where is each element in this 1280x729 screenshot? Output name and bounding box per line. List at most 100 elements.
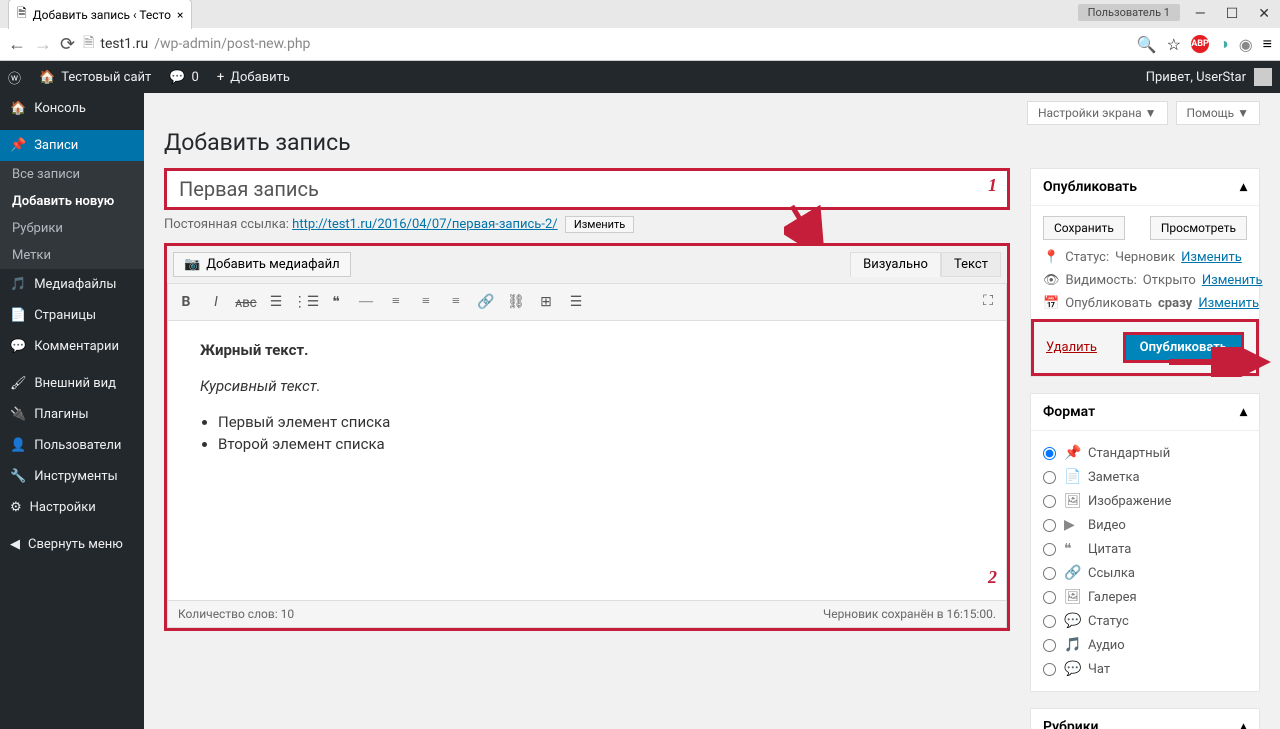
- close-tab-icon[interactable]: ×: [177, 8, 183, 22]
- forward-icon[interactable]: →: [34, 34, 52, 55]
- quote-button[interactable]: ❝: [322, 288, 350, 316]
- editor-content[interactable]: Жирный текст. Курсивный текст. Первый эл…: [167, 321, 1007, 601]
- maximize-icon[interactable]: ☐: [1226, 6, 1239, 22]
- unlink-button[interactable]: ⛓: [502, 288, 530, 316]
- extension-icon-2[interactable]: ◉: [1239, 35, 1253, 54]
- tab-visual[interactable]: Визуально: [850, 252, 941, 277]
- sidebar-item-appearance[interactable]: 🖌Внешний вид: [0, 368, 144, 399]
- format-video[interactable]: ▶Видео: [1043, 513, 1247, 537]
- page-icon: 📄: [10, 308, 26, 323]
- sidebar-sub-all-posts[interactable]: Все записи: [0, 161, 144, 188]
- edit-status-link[interactable]: Изменить: [1181, 250, 1242, 265]
- format-box-title[interactable]: Формат▴: [1031, 394, 1259, 431]
- content-li1: Первый элемент списка: [218, 413, 974, 431]
- draft-saved: Черновик сохранён в 16:15:00.: [823, 607, 996, 621]
- fullscreen-button[interactable]: ⛶: [974, 288, 1002, 316]
- sidebar-sub-add-new[interactable]: Добавить новую: [0, 188, 144, 215]
- format-gallery[interactable]: 🖼Галерея: [1043, 585, 1247, 609]
- plugin-icon: 🔌: [10, 407, 26, 422]
- sidebar-collapse[interactable]: ◀Свернуть меню: [0, 529, 144, 560]
- menu-icon[interactable]: ≡: [1263, 34, 1272, 54]
- key-icon: 📍: [1043, 250, 1059, 265]
- delete-link[interactable]: Удалить: [1046, 340, 1097, 355]
- help-button[interactable]: Помощь ▼: [1176, 101, 1260, 125]
- tab-text[interactable]: Текст: [941, 252, 1001, 277]
- toggle-icon[interactable]: ▴: [1240, 404, 1247, 420]
- categories-box-title[interactable]: Рубрики▴: [1031, 709, 1259, 729]
- abp-icon[interactable]: ABP: [1191, 35, 1209, 53]
- format-link[interactable]: 🔗Ссылка: [1043, 561, 1247, 585]
- add-media-button[interactable]: 📷Добавить медиафайл: [173, 252, 351, 277]
- eye-icon: 👁: [1043, 273, 1060, 288]
- dashboard-icon: 🏠: [10, 101, 26, 116]
- close-icon[interactable]: ✕: [1258, 6, 1270, 22]
- ul-button[interactable]: ☰: [262, 288, 290, 316]
- wrench-icon: 🔧: [10, 469, 26, 484]
- publish-box-title[interactable]: Опубликовать▴: [1031, 169, 1259, 206]
- sidebar-item-settings[interactable]: ⚙Настройки: [0, 492, 144, 523]
- video-icon: ▶: [1064, 517, 1080, 533]
- browser-tab[interactable]: 🗎 Добавить запись ‹ Тесто ×: [8, 0, 192, 29]
- edit-schedule-link[interactable]: Изменить: [1198, 296, 1259, 311]
- comment-icon: 💬: [10, 339, 26, 354]
- toggle-icon[interactable]: ▴: [1240, 179, 1247, 195]
- permalink-edit-button[interactable]: Изменить: [565, 216, 634, 233]
- url-bar[interactable]: 🗎 test1.ru/wp-admin/post-new.php: [83, 32, 1129, 56]
- ol-button[interactable]: ⋮☰: [292, 288, 320, 316]
- sidebar-sub-tags[interactable]: Метки: [0, 242, 144, 269]
- minimize-icon[interactable]: —: [1195, 6, 1206, 22]
- sidebar-item-plugins[interactable]: 🔌Плагины: [0, 399, 144, 430]
- post-title-input[interactable]: [167, 171, 1007, 207]
- add-new-link[interactable]: + Добавить: [217, 70, 290, 85]
- sidebar-item-dashboard[interactable]: 🏠Консоль: [0, 93, 144, 124]
- format-standard[interactable]: 📌Стандартный: [1043, 441, 1247, 465]
- user-badge[interactable]: Пользователь 1: [1078, 4, 1180, 21]
- comments-link[interactable]: 💬 0: [169, 70, 199, 85]
- screen-options-button[interactable]: Настройки экрана ▼: [1027, 101, 1168, 125]
- format-audio[interactable]: 🎵Аудио: [1043, 633, 1247, 657]
- toolbar-toggle-button[interactable]: ☰: [562, 288, 590, 316]
- strike-button[interactable]: ᴀʙᴄ: [232, 288, 260, 316]
- sidebar-item-tools[interactable]: 🔧Инструменты: [0, 461, 144, 492]
- format-image[interactable]: 🖼Изображение: [1043, 489, 1247, 513]
- greeting[interactable]: Привет, UserStar: [1146, 70, 1246, 85]
- edit-visibility-link[interactable]: Изменить: [1202, 273, 1263, 288]
- reload-icon[interactable]: ⟳: [60, 34, 75, 55]
- editor-toolbar: B I ᴀʙᴄ ☰ ⋮☰ ❝ — ≡ ≡ ≡ 🔗 ⛓ ⊞ ☰: [167, 283, 1007, 321]
- format-quote[interactable]: ❝Цитата: [1043, 537, 1247, 561]
- save-draft-button[interactable]: Сохранить: [1043, 216, 1125, 240]
- align-right-button[interactable]: ≡: [442, 288, 470, 316]
- status-icon: 💬: [1064, 613, 1080, 629]
- publish-button[interactable]: Опубликовать: [1123, 332, 1244, 363]
- align-left-button[interactable]: ≡: [382, 288, 410, 316]
- more-button[interactable]: ⊞: [532, 288, 560, 316]
- url-path: /wp-admin/post-new.php: [154, 36, 310, 52]
- sidebar-item-posts[interactable]: 📌Записи: [0, 130, 144, 161]
- collapse-icon: ◀: [10, 537, 20, 552]
- sidebar-item-users[interactable]: 👤Пользователи: [0, 430, 144, 461]
- site-link[interactable]: 🏠 Тестовый сайт: [39, 70, 151, 85]
- sidebar-item-pages[interactable]: 📄Страницы: [0, 300, 144, 331]
- sidebar-item-media[interactable]: 🎵Медиафайлы: [0, 269, 144, 300]
- back-icon[interactable]: ←: [8, 34, 26, 55]
- calendar-icon: 📅: [1043, 296, 1059, 311]
- zoom-icon[interactable]: 🔍: [1137, 35, 1157, 54]
- avatar[interactable]: [1254, 68, 1272, 86]
- format-aside[interactable]: 📄Заметка: [1043, 465, 1247, 489]
- format-status[interactable]: 💬Статус: [1043, 609, 1247, 633]
- format-chat[interactable]: 💬Чат: [1043, 657, 1247, 681]
- permalink-url[interactable]: http://test1.ru/2016/04/07/первая-запись…: [292, 217, 557, 232]
- sidebar-sub-categories[interactable]: Рубрики: [0, 215, 144, 242]
- extension-icon[interactable]: ◑: [1219, 34, 1229, 54]
- italic-button[interactable]: I: [202, 288, 230, 316]
- align-center-button[interactable]: ≡: [412, 288, 440, 316]
- bold-button[interactable]: B: [172, 288, 200, 316]
- sidebar-item-comments[interactable]: 💬Комментарии: [0, 331, 144, 362]
- wp-logo-icon[interactable]: ⓦ: [8, 68, 21, 87]
- permalink-label: Постоянная ссылка:: [164, 217, 289, 232]
- bookmark-icon[interactable]: ☆: [1167, 35, 1181, 54]
- hr-button[interactable]: —: [352, 288, 380, 316]
- brush-icon: 🖌: [10, 376, 27, 391]
- preview-button[interactable]: Просмотреть: [1150, 216, 1247, 240]
- link-button[interactable]: 🔗: [472, 288, 500, 316]
